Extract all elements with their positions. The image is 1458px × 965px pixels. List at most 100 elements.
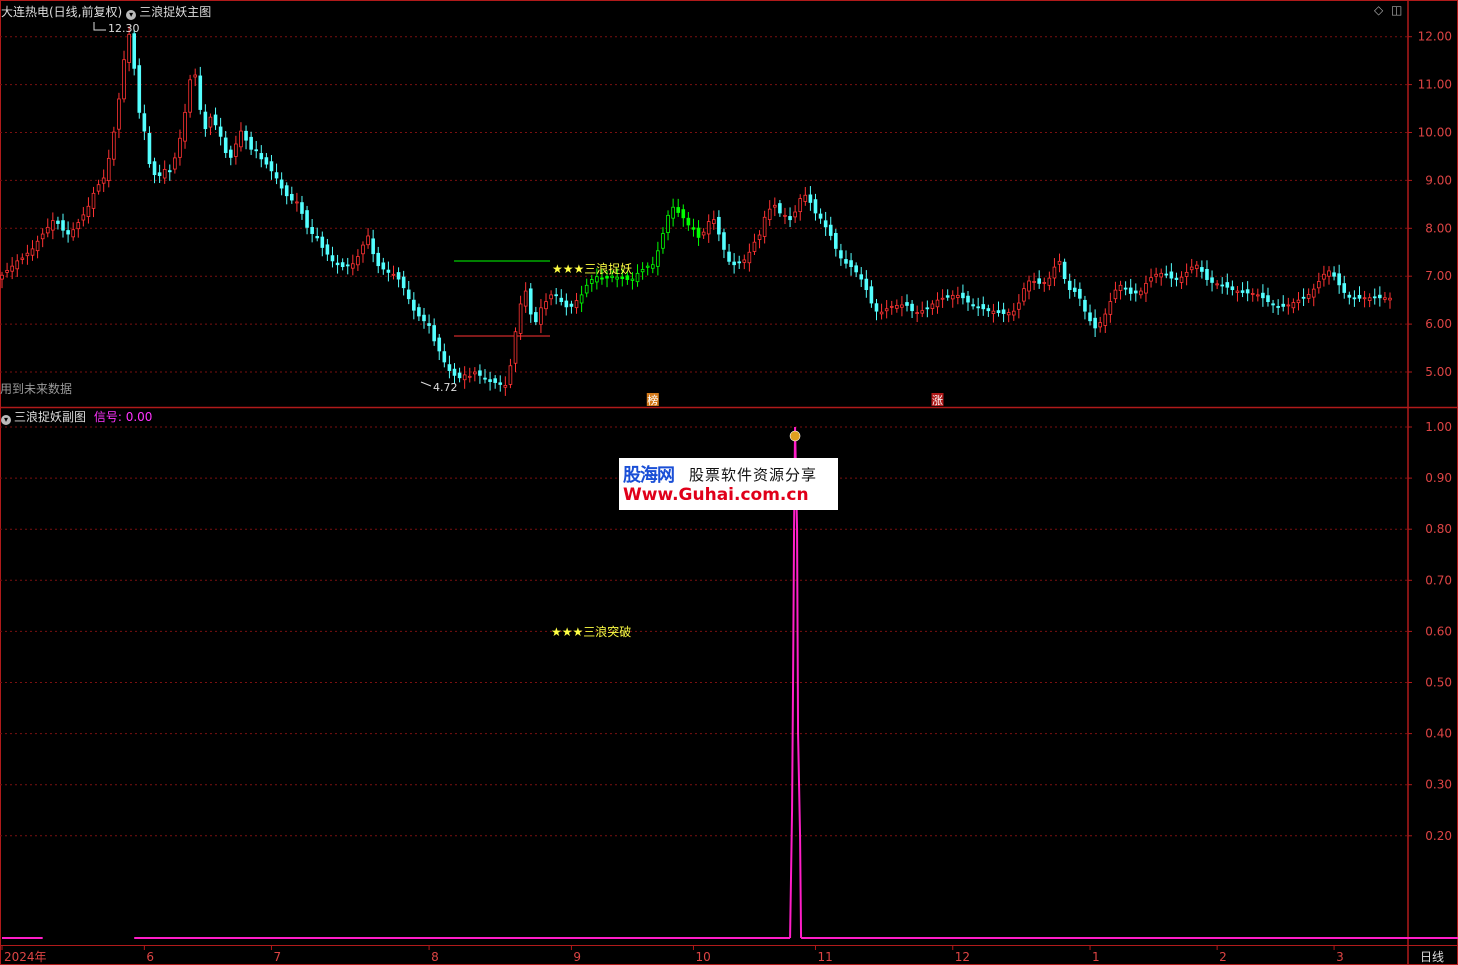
candle-body: [81, 214, 86, 221]
candle-body: [722, 232, 726, 250]
sub-indicator-name[interactable]: 三浪捉妖副图: [14, 410, 86, 424]
candle-body: [793, 211, 797, 218]
candle-body: [905, 302, 909, 306]
candle-body: [1189, 266, 1194, 271]
sub-y-tick-label: 0.40: [1425, 727, 1452, 741]
candle-body: [462, 374, 467, 381]
candle-body: [925, 307, 930, 310]
candle-body: [1225, 282, 1230, 288]
chevron-down-icon[interactable]: ▾: [1, 415, 11, 425]
candle-body: [1235, 290, 1240, 293]
candle-body: [1108, 301, 1113, 315]
candle-body: [1362, 297, 1367, 300]
candle-body: [691, 227, 696, 230]
diamond-icon[interactable]: ◇: [1374, 3, 1383, 17]
candle-body: [45, 226, 50, 234]
candle-body: [945, 295, 950, 298]
candle-body: [1006, 312, 1011, 316]
candle-body: [51, 220, 55, 231]
candle-body: [193, 74, 198, 78]
candle-body: [1037, 278, 1041, 284]
candle-body: [579, 294, 584, 304]
candle-body: [534, 312, 538, 323]
candle-body: [335, 262, 340, 266]
candle-body: [1027, 280, 1031, 292]
candle-body: [910, 303, 914, 312]
candle-body: [254, 149, 259, 152]
candle-body: [274, 172, 279, 179]
candle-body: [696, 227, 701, 238]
candle-body: [732, 261, 736, 266]
candle-body: [1047, 277, 1052, 286]
candle-body: [650, 264, 655, 269]
candle-body: [35, 240, 40, 252]
candle-body: [30, 248, 35, 256]
candle-body: [1103, 313, 1108, 326]
candle-body: [956, 294, 960, 298]
event-badge-label: 榜: [647, 393, 658, 407]
candle-body: [320, 236, 325, 248]
main-indicator-name[interactable]: 三浪捉妖主图: [139, 5, 211, 19]
time-tick-label: 8: [431, 950, 439, 964]
candle-body: [874, 303, 879, 312]
candle-body: [223, 137, 228, 154]
candle-body: [681, 209, 686, 219]
candle-body: [1276, 306, 1280, 308]
candle-body: [1083, 299, 1087, 312]
candle-body: [157, 172, 162, 177]
candle-body: [889, 305, 894, 308]
candle-body: [330, 255, 335, 262]
candle-body: [86, 205, 91, 217]
candle-body: [971, 304, 975, 307]
candle-body: [234, 143, 238, 157]
candle-body: [457, 372, 462, 379]
candle-body: [473, 371, 477, 375]
candle-body: [20, 257, 25, 260]
candle-body: [686, 217, 691, 226]
candle-body: [671, 206, 675, 219]
candle-body: [1169, 271, 1174, 279]
main-header: 大连热电(日线,前复权) ▾ 三浪捉妖主图: [1, 3, 211, 20]
candle-body: [640, 269, 645, 273]
candle-body: [203, 111, 208, 130]
candle-body: [900, 304, 904, 308]
candle-body: [1245, 289, 1250, 294]
candle-body: [401, 276, 406, 289]
candle-body: [106, 157, 111, 182]
candle-body: [1383, 297, 1387, 300]
candle-body: [605, 275, 609, 279]
time-tick-label: 6: [146, 950, 154, 964]
candle-body: [376, 252, 381, 267]
candle-body: [854, 265, 858, 273]
candle-body: [25, 252, 30, 257]
annotations: 12.30 4.72 ★★★三浪捉妖 ★★★三浪突破: [93, 22, 632, 639]
candle-body: [173, 157, 177, 170]
chevron-down-icon[interactable]: ▾: [126, 10, 137, 20]
candle-body: [406, 289, 411, 300]
candle-body: [544, 301, 548, 310]
candle-body: [706, 221, 711, 235]
candle-body: [869, 286, 874, 304]
candle-body: [208, 116, 213, 128]
main-y-tick-label: 8.00: [1425, 221, 1452, 235]
layout-icon[interactable]: ◫: [1391, 3, 1402, 17]
candle-body: [422, 314, 426, 322]
candle-body: [488, 379, 492, 382]
candle-body: [1306, 294, 1311, 299]
candle-body: [1159, 272, 1164, 278]
candle-body: [828, 224, 833, 236]
candle-body: [56, 220, 60, 224]
watermark: 股海网 股票软件资源分享 Www.Guhai.com.cn: [619, 458, 838, 510]
candle-body: [589, 279, 594, 284]
candle-body: [849, 260, 853, 268]
candle-body: [188, 79, 192, 113]
period-label: 日线: [1420, 950, 1444, 964]
main-y-tick-label: 12.00: [1418, 30, 1452, 44]
time-tick-label: 2024年: [4, 950, 47, 964]
candle-body: [1261, 292, 1265, 299]
candle-body: [742, 259, 747, 263]
candle-body: [1128, 287, 1133, 294]
money-bag-icon: [789, 430, 801, 442]
candle-body: [1372, 296, 1377, 299]
candle-body: [808, 194, 813, 203]
